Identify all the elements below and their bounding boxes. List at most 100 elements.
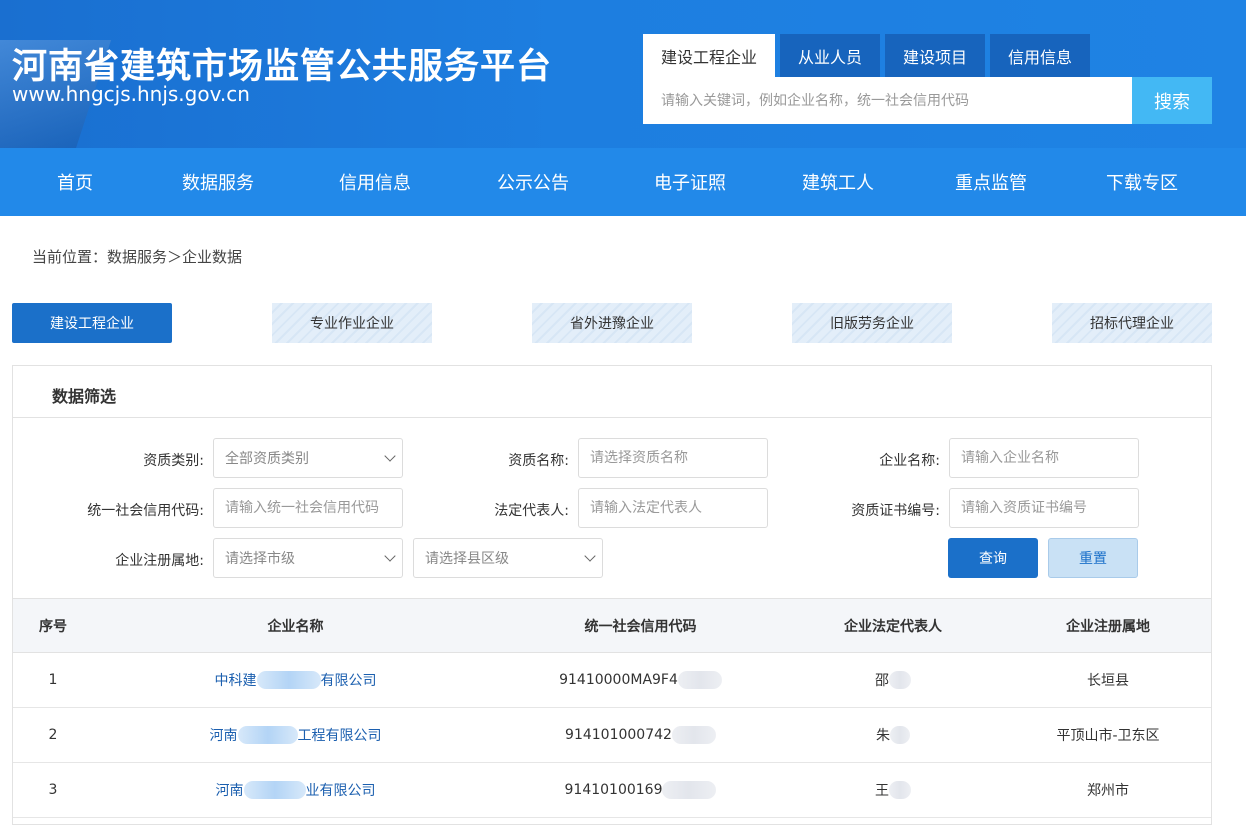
credit-code-cell: 91410100169 — [513, 763, 768, 817]
category-specialized-enterprise[interactable]: 专业作业企业 — [272, 303, 432, 343]
company-name-link[interactable]: 中科建 有限公司 — [143, 653, 448, 707]
legal-rep-prefix: 朱 — [876, 728, 890, 744]
nav-item-data-service[interactable]: 数据服务 — [182, 148, 254, 216]
legal-rep-prefix: 王 — [875, 783, 889, 799]
county-select-value: 请选择县区级 — [425, 551, 509, 567]
category-construction-enterprise[interactable]: 建设工程企业 — [12, 303, 172, 343]
company-name-prefix: 河南 — [209, 728, 238, 744]
column-header-company: 企业名称 — [267, 618, 324, 635]
site-url: www.hngcjs.hnjs.gov.cn — [12, 82, 250, 106]
search-button[interactable]: 搜索 — [1132, 77, 1212, 124]
credit-code-prefix: 91410100169 — [564, 782, 663, 798]
reset-button[interactable]: 重置 — [1048, 538, 1138, 578]
company-name-label: 企业名称: — [879, 453, 940, 469]
column-header-region: 企业注册属地 — [1066, 618, 1150, 635]
company-name-link[interactable]: 河南 工程有限公司 — [143, 708, 448, 762]
nav-item-credit[interactable]: 信用信息 — [339, 148, 411, 216]
company-name-suffix: 有限公司 — [320, 673, 377, 689]
redaction-blur — [889, 781, 911, 799]
category-legacy-labor-enterprise[interactable]: 旧版劳务企业 — [792, 303, 952, 343]
qual-type-select[interactable]: 全部资质类别 — [213, 438, 403, 478]
column-header-legal-rep: 企业法定代表人 — [844, 618, 942, 635]
region-label: 企业注册属地: — [115, 553, 204, 569]
qual-name-label: 资质名称: — [508, 453, 569, 469]
row-index: 3 — [48, 782, 58, 798]
qual-type-value: 全部资质类别 — [225, 451, 309, 467]
redaction-blur — [243, 781, 306, 799]
legal-rep-input[interactable] — [590, 500, 767, 516]
nav-item-home[interactable]: 首页 — [57, 148, 93, 216]
legal-rep-label: 法定代表人: — [494, 503, 569, 519]
search-tab-enterprise[interactable]: 建设工程企业 — [643, 34, 776, 77]
company-name-field[interactable] — [949, 438, 1139, 478]
legal-rep-cell: 朱 — [803, 708, 983, 762]
qual-name-field[interactable] — [578, 438, 768, 478]
chevron-down-icon — [384, 550, 396, 562]
search-tabs: 建设工程企业 从业人员 建设项目 信用信息 — [643, 34, 1091, 77]
redaction-blur — [677, 671, 722, 689]
column-header-index: 序号 — [39, 618, 67, 635]
table-row: 2 河南 工程有限公司 914101000742 朱 平顶山市-卫东区 — [13, 708, 1211, 763]
row-index: 2 — [48, 727, 58, 743]
qual-type-label: 资质类别: — [143, 453, 204, 469]
credit-code-cell: 91410000MA9F4 — [513, 653, 768, 707]
credit-code-field[interactable] — [213, 488, 403, 528]
table-header: 序号 企业名称 统一社会信用代码 企业法定代表人 企业注册属地 — [13, 598, 1211, 653]
cert-no-field[interactable] — [949, 488, 1139, 528]
breadcrumb: 当前位置：数据服务＞企业数据 — [32, 248, 243, 266]
county-select[interactable]: 请选择县区级 — [413, 538, 603, 578]
company-name-prefix: 河南 — [215, 783, 244, 799]
legal-rep-prefix: 邵 — [875, 673, 889, 689]
credit-code-prefix: 91410000MA9F4 — [559, 672, 678, 688]
search-tab-project[interactable]: 建设项目 — [885, 34, 986, 77]
cert-no-label: 资质证书编号: — [851, 503, 940, 519]
search-box: 搜索 — [643, 77, 1212, 124]
chevron-down-icon — [584, 550, 596, 562]
region-cell: 平顶山市-卫东区 — [1056, 728, 1160, 744]
table-row: 1 中科建 有限公司 91410000MA9F4 邵 长垣县 — [13, 653, 1211, 708]
legal-rep-cell: 王 — [803, 763, 983, 817]
legal-rep-field[interactable] — [578, 488, 768, 528]
company-name-suffix: 业有限公司 — [305, 783, 376, 799]
city-select-value: 请选择市级 — [225, 551, 295, 567]
cert-no-input[interactable] — [961, 500, 1138, 516]
region-cell: 郑州市 — [1087, 783, 1129, 799]
site-header: 河南省建筑市场监管公共服务平台 www.hngcjs.hnjs.gov.cn 建… — [0, 0, 1246, 148]
redaction-blur — [671, 726, 716, 744]
qual-name-input[interactable] — [590, 450, 767, 466]
nav-item-announcements[interactable]: 公示公告 — [497, 148, 569, 216]
nav-item-downloads[interactable]: 下载专区 — [1106, 148, 1178, 216]
search-input[interactable] — [643, 77, 1132, 124]
category-out-of-province-enterprise[interactable]: 省外进豫企业 — [532, 303, 692, 343]
redaction-blur — [889, 671, 911, 689]
company-name-link[interactable]: 河南 业有限公司 — [143, 763, 448, 817]
search-tab-personnel[interactable]: 从业人员 — [780, 34, 881, 77]
row-index: 1 — [48, 672, 58, 688]
search-tab-credit[interactable]: 信用信息 — [990, 34, 1091, 77]
legal-rep-cell: 邵 — [803, 653, 983, 707]
redaction-blur — [890, 726, 910, 744]
chevron-down-icon — [384, 450, 396, 462]
panel-divider — [13, 417, 1211, 418]
redaction-blur — [237, 726, 298, 744]
nav-item-e-license[interactable]: 电子证照 — [654, 148, 726, 216]
city-select[interactable]: 请选择市级 — [213, 538, 403, 578]
data-panel: 数据筛选 资质类别: 全部资质类别 资质名称: 企业名称: 统一社会信用代码: … — [12, 365, 1212, 825]
credit-code-input[interactable] — [225, 500, 402, 516]
credit-code-label: 统一社会信用代码: — [87, 503, 204, 519]
query-button[interactable]: 查询 — [948, 538, 1038, 578]
redaction-blur — [256, 671, 321, 689]
company-name-input[interactable] — [961, 450, 1138, 466]
company-name-suffix: 工程有限公司 — [297, 728, 382, 744]
credit-code-cell: 914101000742 — [513, 708, 768, 762]
table-row: 3 河南 业有限公司 91410100169 王 郑州市 — [13, 763, 1211, 818]
company-name-prefix: 中科建 — [214, 673, 257, 689]
region-cell: 长垣县 — [1087, 673, 1129, 689]
redaction-blur — [662, 781, 717, 799]
credit-code-prefix: 914101000742 — [565, 727, 672, 743]
nav-item-workers[interactable]: 建筑工人 — [802, 148, 874, 216]
category-bidding-agency[interactable]: 招标代理企业 — [1052, 303, 1212, 343]
column-header-credit-code: 统一社会信用代码 — [584, 618, 697, 635]
nav-item-key-supervision[interactable]: 重点监管 — [955, 148, 1027, 216]
filter-title: 数据筛选 — [52, 387, 117, 406]
